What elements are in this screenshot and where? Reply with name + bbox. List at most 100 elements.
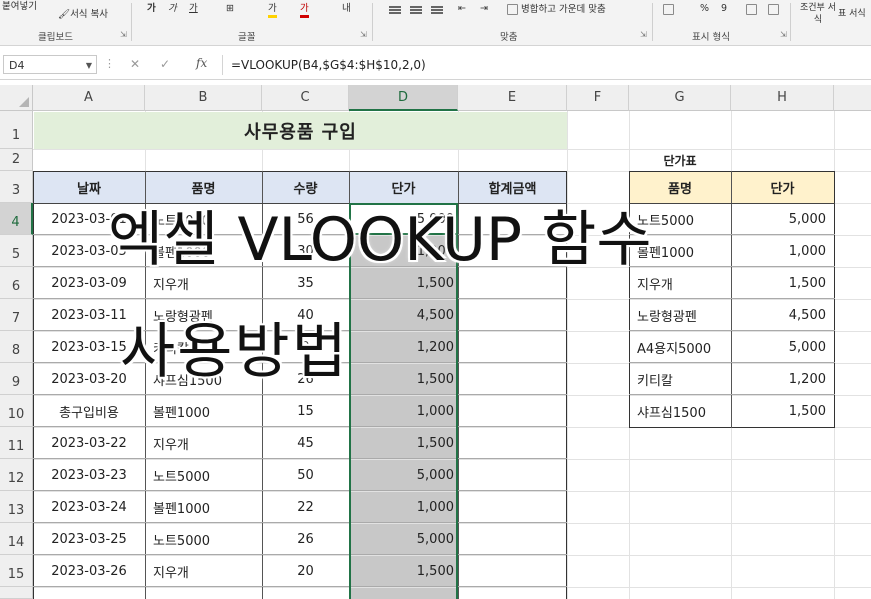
cell-price[interactable]: 5,000	[349, 523, 458, 555]
name-box[interactable]: D4 ▼	[3, 55, 97, 74]
column-header-b[interactable]: B	[145, 85, 262, 111]
merge-center-button[interactable]: 병합하고 가운데 맞춤	[521, 4, 606, 16]
underline-button[interactable]: 가	[189, 3, 198, 15]
cell-date[interactable]: 2023-03-24	[33, 491, 145, 523]
header-qty[interactable]: 수량	[262, 171, 349, 203]
column-header-c[interactable]: C	[262, 85, 349, 111]
cell-date[interactable]: 2023-03-26	[33, 555, 145, 587]
cell-item[interactable]: 노트5000	[145, 459, 262, 491]
dialog-launcher-icon[interactable]: ⇲	[120, 30, 127, 39]
comma-button[interactable]: 9	[721, 3, 727, 15]
table-format-button[interactable]: 표 서식	[838, 8, 866, 20]
cell-date[interactable]: 총구입비용	[33, 395, 145, 427]
align-right-icon[interactable]	[431, 6, 443, 8]
price-table-price[interactable]: 4,500	[731, 299, 834, 331]
row-header-11[interactable]: 11	[0, 427, 33, 459]
price-table-header-price[interactable]: 단가	[731, 171, 834, 203]
row-header-14[interactable]: 14	[0, 523, 33, 555]
cell-qty[interactable]: 45	[262, 427, 349, 459]
accounting-format-icon[interactable]	[663, 4, 674, 15]
insert-function-button[interactable]: fx	[196, 56, 207, 70]
borders-button[interactable]: ⊞	[226, 3, 234, 15]
price-table-item[interactable]: 노랑형광펜	[629, 299, 731, 331]
header-date[interactable]: 날짜	[33, 171, 145, 203]
cell-qty[interactable]: 20	[262, 555, 349, 587]
cell-price[interactable]: 1,000	[349, 395, 458, 427]
price-table-price[interactable]: 5,000	[731, 203, 834, 235]
row-header-16[interactable]	[0, 587, 33, 599]
paste-button[interactable]: 붙여넣기	[2, 1, 37, 13]
cell-price[interactable]: 1,500	[349, 363, 458, 395]
cell-price[interactable]: 1,000	[349, 491, 458, 523]
chevron-down-icon[interactable]: ▼	[86, 56, 92, 75]
price-table-header-item[interactable]: 품명	[629, 171, 731, 203]
column-header-g[interactable]: G	[629, 85, 731, 111]
cell-qty[interactable]: 15	[262, 395, 349, 427]
format-painter-button[interactable]: 🖌서식 복사	[58, 9, 108, 21]
select-all-button[interactable]	[0, 85, 33, 111]
cell-item[interactable]: 볼펜1000	[145, 395, 262, 427]
row-header-9[interactable]: 9	[0, 363, 33, 395]
row-header-4[interactable]: 4	[0, 203, 33, 235]
row-header-12[interactable]: 12	[0, 459, 33, 491]
column-header-e[interactable]: E	[458, 85, 567, 111]
header-price[interactable]: 단가	[349, 171, 458, 203]
align-left-icon[interactable]	[389, 6, 401, 8]
cell-price[interactable]: 1,200	[349, 331, 458, 363]
price-table-price[interactable]: 5,000	[731, 331, 834, 363]
column-header-h[interactable]: H	[731, 85, 834, 111]
cell-item[interactable]: 지우개	[145, 555, 262, 587]
dialog-launcher-icon[interactable]: ⇲	[640, 30, 647, 39]
cell-price[interactable]: 1,500	[349, 427, 458, 459]
row-header-6[interactable]: 6	[0, 267, 33, 299]
sheet-title[interactable]: 사무용품 구입	[34, 112, 567, 149]
cell-date[interactable]: 2023-03-22	[33, 427, 145, 459]
dialog-launcher-icon[interactable]: ⇲	[780, 30, 787, 39]
decrease-decimal-icon[interactable]	[768, 4, 779, 15]
phonetic-button[interactable]: 내	[342, 3, 351, 15]
column-header-d[interactable]: D	[349, 85, 458, 111]
header-total[interactable]: 합계금액	[458, 171, 567, 203]
header-item[interactable]: 품명	[145, 171, 262, 203]
row-header-7[interactable]: 7	[0, 299, 33, 331]
price-table-title[interactable]: 단가표	[629, 149, 731, 171]
cell-item[interactable]: 볼펜1000	[145, 491, 262, 523]
increase-indent-button[interactable]: ⇥	[480, 3, 488, 15]
bold-button[interactable]: 가	[147, 3, 156, 15]
row-header-8[interactable]: 8	[0, 331, 33, 363]
percent-button[interactable]: %	[700, 3, 709, 15]
cell-price[interactable]: 5,000	[349, 459, 458, 491]
enter-icon[interactable]: ✓	[160, 57, 170, 71]
formula-input[interactable]: =VLOOKUP(B4,$G$4:$H$10,2,0)	[222, 55, 867, 75]
row-header-13[interactable]: 13	[0, 491, 33, 523]
cell-qty[interactable]: 26	[262, 523, 349, 555]
cell-price[interactable]: 4,500	[349, 299, 458, 331]
more-options-icon[interactable]: ⋮	[104, 57, 115, 70]
price-table-item[interactable]: A4용지5000	[629, 331, 731, 363]
dialog-launcher-icon[interactable]: ⇲	[360, 30, 367, 39]
cancel-icon[interactable]: ✕	[130, 57, 140, 71]
row-header-2[interactable]: 2	[0, 149, 33, 171]
cell-date[interactable]: 2023-03-23	[33, 459, 145, 491]
cell-item[interactable]: 노트5000	[145, 523, 262, 555]
row-header-15[interactable]: 15	[0, 555, 33, 587]
decrease-indent-button[interactable]: ⇤	[458, 3, 466, 15]
italic-button[interactable]: 가	[168, 3, 177, 15]
cell-item[interactable]: 지우개	[145, 427, 262, 459]
cell-qty[interactable]: 50	[262, 459, 349, 491]
align-center-icon[interactable]	[410, 6, 422, 8]
price-table-price[interactable]: 1,500	[731, 267, 834, 299]
increase-decimal-icon[interactable]	[746, 4, 757, 15]
row-header-1[interactable]: 1	[0, 111, 33, 149]
price-table-price[interactable]: 1,500	[731, 395, 834, 427]
conditional-format-button[interactable]: 조건부 서식	[800, 2, 836, 26]
column-header-f[interactable]: F	[567, 85, 629, 111]
fill-color-button[interactable]: 가	[268, 3, 277, 18]
price-table-price[interactable]: 1,000	[731, 235, 834, 267]
cell-qty[interactable]: 22	[262, 491, 349, 523]
row-header-10[interactable]: 10	[0, 395, 33, 427]
price-table-item[interactable]: 키티칼	[629, 363, 731, 395]
price-table-item[interactable]: 샤프심1500	[629, 395, 731, 427]
font-color-button[interactable]: 가	[300, 3, 309, 18]
row-header-5[interactable]: 5	[0, 235, 33, 267]
